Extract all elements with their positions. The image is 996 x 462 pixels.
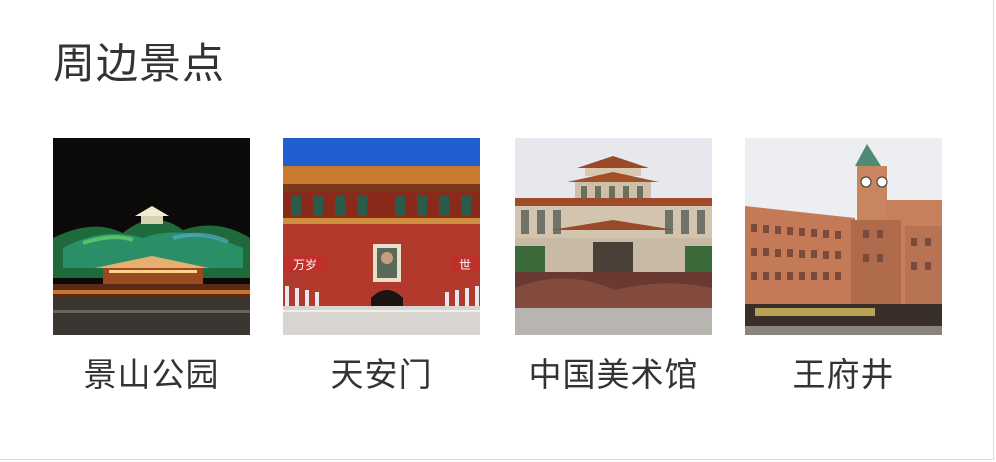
attraction-name[interactable]: 王府井 [725,353,962,397]
attraction-name[interactable]: 中国美术馆 [495,353,732,397]
national-art-museum-photo[interactable] [515,138,712,335]
jingshan-park-photo[interactable] [53,138,250,335]
banner-left: 万岁 [293,257,317,272]
attraction-name[interactable]: 天安门 [263,353,500,397]
tiananmen-photo[interactable]: 万岁 世 [283,138,480,335]
section-title: 周边景点 [53,39,226,88]
attraction-name[interactable]: 景山公园 [33,353,270,397]
nearby-attractions-panel: 周边景点 景山公园 万岁 世 天安门 中国美术馆 王府井 [0,0,994,460]
wangfujing-photo[interactable] [745,138,942,335]
banner-right: 世 [459,258,471,272]
